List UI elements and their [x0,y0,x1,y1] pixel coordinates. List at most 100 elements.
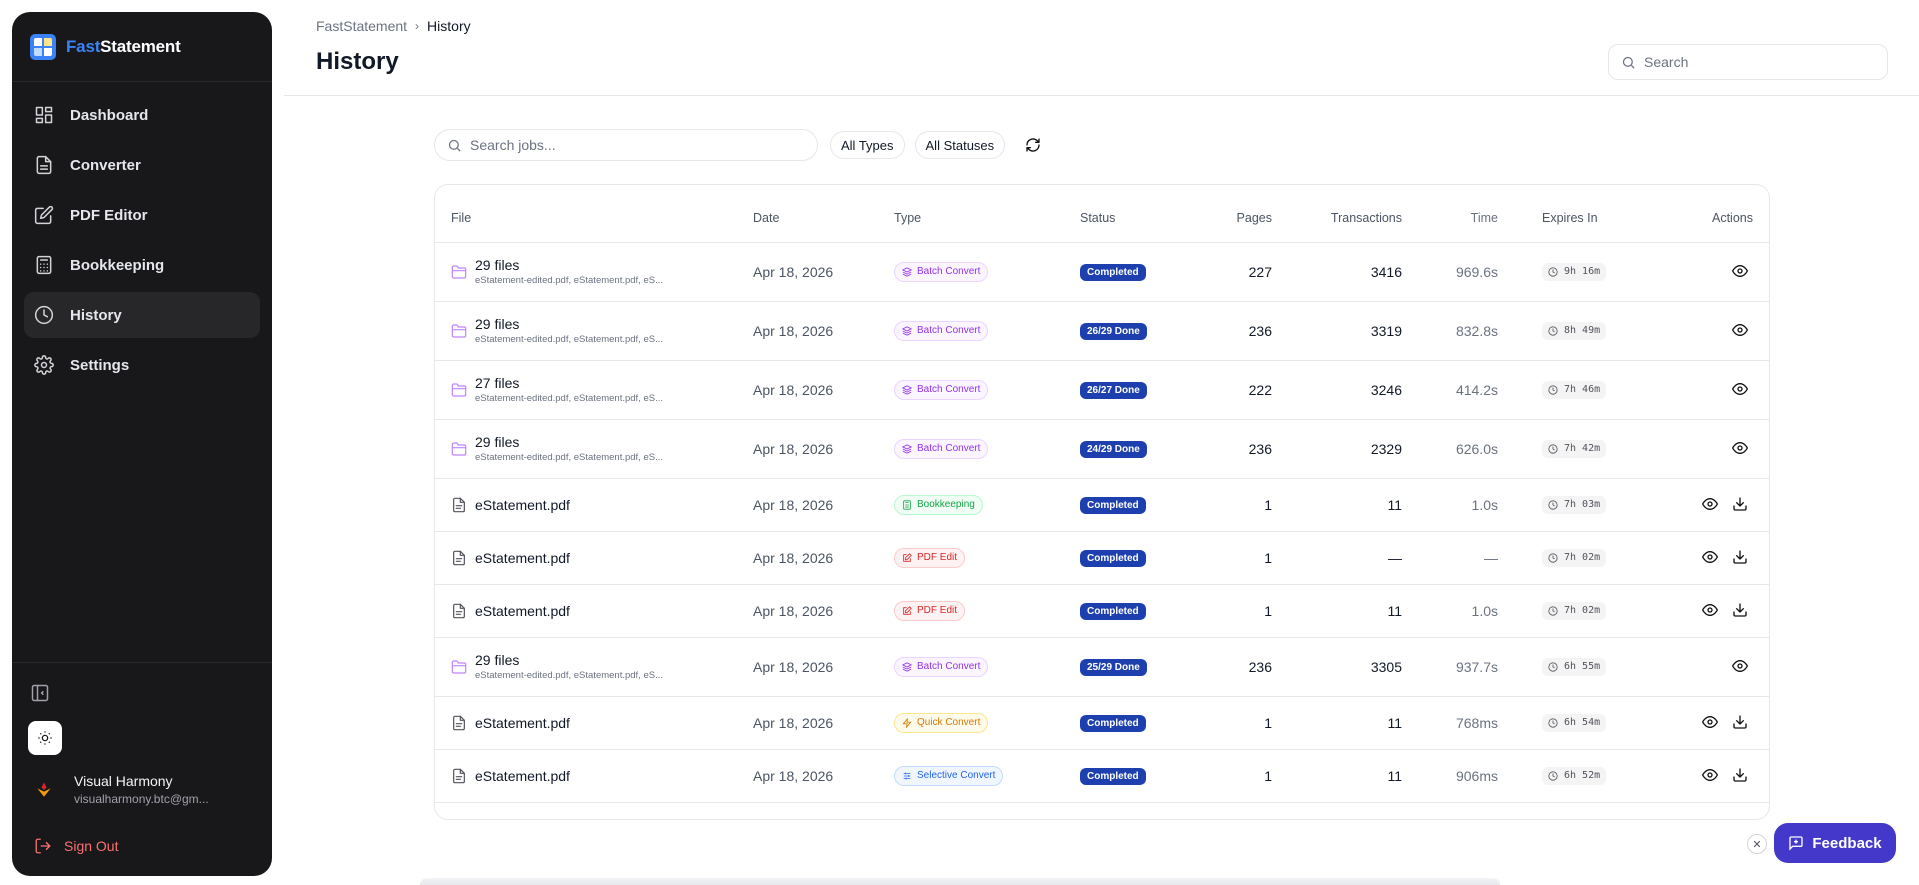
status-badge: Completed [1080,550,1146,567]
user-profile[interactable]: Visual Harmony visualharmony.btc@gm... [32,773,209,806]
expires-badge: 7h 02m [1542,548,1607,567]
view-button[interactable] [1731,262,1749,280]
top-search-input[interactable] [1644,54,1864,70]
table-row[interactable]: eStatement.pdf Apr 18, 2026 Quick Convert C… [435,696,1769,750]
sidebar-item-bookkeeping[interactable]: Bookkeeping [24,242,260,288]
table-row[interactable]: 29 files eStatement-edited.pdf, eStatemen… [435,301,1769,361]
file-name: eStatement.pdf [475,767,570,784]
time-cell: 969.6s [1402,242,1498,302]
file-cell: eStatement.pdf [435,584,753,638]
view-button[interactable] [1731,321,1749,339]
eye-icon [1732,381,1748,397]
date-cell: Apr 18, 2026 [753,749,894,803]
transactions-cell: 11 [1272,584,1402,638]
brand-logo-icon [30,33,56,60]
file-name: 29 files [475,257,520,273]
refresh-button[interactable] [1019,131,1047,159]
brand[interactable]: FastStatement [12,12,272,82]
download-icon [1732,549,1748,565]
table-row[interactable]: eStatement.pdf Apr 18, 2026 Selective Conv… [435,749,1769,803]
actions-cell [1638,360,1769,420]
clock-icon [1548,770,1564,781]
download-button[interactable] [1731,713,1749,731]
page-header: FastStatement › History History [284,0,1919,96]
actions-cell [1638,419,1769,479]
top-search[interactable] [1608,44,1888,80]
date-cell: Apr 18, 2026 [753,531,894,585]
layers-icon [902,443,917,454]
view-button[interactable] [1701,495,1719,513]
col-actions: Actions [1638,185,1769,243]
view-button[interactable] [1701,713,1719,731]
status-filter-button[interactable]: All Statuses [914,131,1006,159]
expires-label: 7h 42m [1564,443,1601,454]
download-button[interactable] [1731,548,1749,566]
time-cell: 1.0s [1402,584,1498,638]
theme-toggle-button[interactable] [28,721,62,755]
collapse-sidebar-button[interactable] [30,683,52,705]
view-button[interactable] [1731,439,1749,457]
expires-cell: 7h 46m [1498,360,1638,420]
page-title: History [316,48,399,75]
clock-icon [1548,266,1564,277]
folder-icon [451,264,475,280]
time-cell: 768ms [1402,696,1498,750]
expires-cell: 6h 55m [1498,637,1638,697]
sidebar-item-history[interactable]: History [24,292,260,338]
status-badge: 26/27 Done [1080,382,1147,399]
col-expires: Expires In [1498,185,1638,243]
download-icon [1732,602,1748,618]
sidebar-item-label: History [70,306,122,324]
view-button[interactable] [1701,548,1719,566]
col-pages: Pages [1180,185,1272,243]
job-search[interactable] [434,129,818,161]
pages-cell: 227 [1180,242,1272,302]
view-button[interactable] [1731,380,1749,398]
actions-cell [1638,749,1769,803]
eye-icon [1732,658,1748,674]
type-badge: Batch Convert [894,438,989,459]
view-button[interactable] [1701,601,1719,619]
type-cell: Batch Convert [894,360,1080,420]
type-badge: Batch Convert [894,261,989,282]
table-row[interactable]: eStatement.pdf Apr 18, 2026 Bookkeeping Com… [435,478,1769,532]
actions-cell [1638,242,1769,302]
table-row[interactable]: 27 files eStatement-edited.pdf, eStatemen… [435,360,1769,420]
clock-icon [34,305,54,325]
table-row[interactable]: 29 files eStatement-edited.pdf, eStatemen… [435,242,1769,302]
sidebar: FastStatement Dashboard Converter PDF Ed… [12,12,272,876]
status-badge: 26/29 Done [1080,323,1147,340]
time-cell: 832.8s [1402,301,1498,361]
table-row[interactable]: eStatement.pdf Apr 18, 2026 PDF Edit Comple… [435,584,1769,638]
close-feedback-button[interactable]: ✕ [1747,834,1767,854]
sidebar-item-dashboard[interactable]: Dashboard [24,92,260,138]
view-button[interactable] [1731,657,1749,675]
sidebar-item-converter[interactable]: Converter [24,142,260,188]
type-label: Batch Convert [917,443,981,454]
file-cell: 29 files eStatement-edited.pdf, eStatemen… [435,301,753,361]
download-button[interactable] [1731,495,1749,513]
actions-cell [1638,301,1769,361]
expires-label: 7h 46m [1564,384,1601,395]
expires-label: 7h 03m [1564,499,1601,510]
actions-cell [1638,531,1769,585]
table-row[interactable]: 29 files eStatement-edited.pdf, eStatemen… [435,637,1769,697]
sidebar-item-pdf-editor[interactable]: PDF Editor [24,192,260,238]
document-icon [451,497,475,513]
feedback-button[interactable]: Feedback [1774,823,1896,863]
download-button[interactable] [1731,601,1749,619]
table-row[interactable]: eStatement.pdf Apr 18, 2026 PDF Edit Comple… [435,531,1769,585]
job-search-input[interactable] [470,137,690,153]
type-filter-button[interactable]: All Types [830,131,905,159]
view-button[interactable] [1701,766,1719,784]
breadcrumb-root[interactable]: FastStatement [316,18,407,34]
sign-out-button[interactable]: Sign Out [34,837,118,855]
transactions-cell: 3305 [1272,637,1402,697]
date-cell: Apr 18, 2026 [753,637,894,697]
type-cell: PDF Edit [894,531,1080,585]
download-button[interactable] [1731,766,1749,784]
file-list: eStatement-edited.pdf, eStatement.pdf, e… [475,393,664,404]
table-row[interactable]: 29 files eStatement-edited.pdf, eStatemen… [435,419,1769,479]
sidebar-item-settings[interactable]: Settings [24,342,260,388]
actions-cell [1638,478,1769,532]
